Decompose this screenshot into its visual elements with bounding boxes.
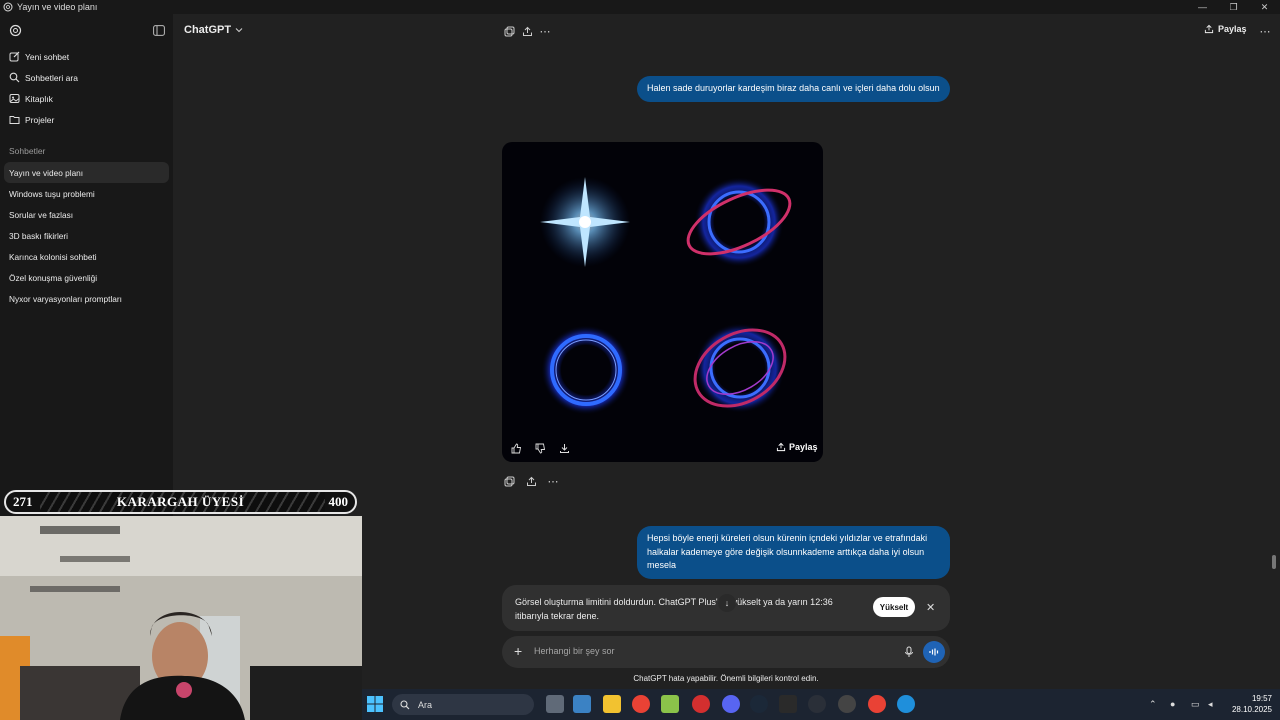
upload-share-icon[interactable]: [524, 474, 538, 488]
store-icon[interactable]: [573, 695, 591, 713]
user-message: Hepsi böyle enerji küreleri olsun küreni…: [637, 526, 950, 579]
limit-notice-text: Görsel oluşturma limitini doldurdun. Cha…: [515, 597, 833, 621]
library-icon: [9, 94, 20, 103]
prompt-input[interactable]: Herhangi bir şey sor: [534, 646, 615, 656]
sidebar-item-label: Kitaplık: [25, 93, 53, 104]
overlay-label: KARARGAH ÜYESİ: [116, 494, 245, 509]
taskbar-search[interactable]: Ara: [392, 694, 534, 715]
more-options-icon[interactable]: ⋯: [546, 474, 560, 488]
microphone-icon[interactable]: ●: [1170, 699, 1175, 709]
app-red-icon[interactable]: [692, 695, 710, 713]
upgrade-button[interactable]: Yükselt: [873, 597, 915, 617]
clock-date: 28.10.2025: [1231, 705, 1272, 714]
message-actions: ⋯: [502, 474, 560, 488]
share-icon: [1204, 24, 1214, 34]
window-controls: — ❐ ✕: [1187, 0, 1280, 14]
share-icon: [776, 442, 786, 452]
member-goal-overlay: 271 KARARGAH ÜYESİ 400: [4, 490, 357, 514]
thumbs-down-icon[interactable]: [532, 441, 548, 455]
taskbar: Ara ⌃ ● ▭ ◂ 19:57 28.10.2025: [362, 689, 1280, 720]
share-label: Paylaş: [1218, 24, 1247, 34]
chat-item[interactable]: Özel konuşma güvenliği: [4, 267, 169, 288]
search-icon: [9, 72, 20, 83]
chat-list: Yayın ve video planı Windows tuşu proble…: [0, 162, 173, 309]
network-icon[interactable]: ▭: [1191, 699, 1200, 710]
minimize-icon[interactable]: —: [1187, 0, 1218, 14]
disclaimer: ChatGPT hata yapabilir. Önemli bilgileri…: [633, 674, 819, 683]
app-icon[interactable]: [661, 695, 679, 713]
sidebar-item-label: Projeler: [25, 114, 55, 125]
new-chat-icon: [9, 51, 20, 62]
sidebar-item-label: Sohbetleri ara: [25, 72, 78, 83]
energy-orbs-image: [540, 177, 792, 415]
chat-item[interactable]: Karınca kolonisi sohbeti: [4, 246, 169, 267]
title-bar: Yayın ve video planı — ❐ ✕: [0, 0, 1280, 14]
chat-item[interactable]: Sorular ve fazlası: [4, 204, 169, 225]
epic-icon[interactable]: [779, 695, 797, 713]
upload-share-icon[interactable]: [520, 24, 534, 38]
chat-item[interactable]: Yayın ve video planı: [4, 162, 169, 183]
composer: + Herhangi bir şey sor: [502, 636, 950, 668]
explorer-icon[interactable]: [546, 695, 564, 713]
search-icon: [400, 699, 410, 709]
sidebar-item-label: Yeni sohbet: [25, 51, 70, 62]
app-window: Yayın ve video planı — ❐ ✕ Yeni sohbet S…: [0, 0, 1280, 720]
microphone-icon[interactable]: [904, 645, 914, 663]
volume-icon[interactable]: ◂: [1208, 699, 1213, 710]
plus-icon[interactable]: +: [514, 643, 522, 659]
sidebar-toggle-icon[interactable]: [153, 24, 165, 36]
sidebar-menu: Yeni sohbet Sohbetleri ara Kitaplık Proj…: [0, 46, 173, 130]
model-name: ChatGPT: [184, 24, 232, 36]
library-button[interactable]: Kitaplık: [4, 88, 169, 109]
chatgpt-logo-icon[interactable]: [9, 24, 22, 37]
chrome-icon[interactable]: [632, 695, 650, 713]
close-icon[interactable]: ✕: [926, 601, 935, 614]
chats-section-title: Sohbetler: [9, 146, 46, 156]
more-options-icon[interactable]: ⋯: [538, 24, 552, 38]
webcam-feed: [0, 516, 362, 720]
chatgpt-icon[interactable]: [808, 695, 826, 713]
chevron-up-icon[interactable]: ⌃: [1149, 699, 1157, 710]
new-chat-button[interactable]: Yeni sohbet: [4, 46, 169, 67]
share-button[interactable]: Paylaş: [1204, 24, 1247, 34]
model-selector[interactable]: ChatGPT: [184, 24, 243, 36]
close-window-icon[interactable]: ✕: [1249, 0, 1280, 14]
thumbs-up-icon[interactable]: [508, 441, 524, 455]
maximize-icon[interactable]: ❐: [1218, 0, 1249, 14]
chevron-down-icon: [235, 28, 243, 33]
generated-image[interactable]: [502, 142, 823, 462]
scrollbar[interactable]: [1272, 555, 1276, 569]
chatgpt-logo-icon: [3, 2, 13, 12]
files-icon[interactable]: [603, 695, 621, 713]
edge-icon[interactable]: [897, 695, 915, 713]
clock-time: 19:57: [1251, 694, 1272, 703]
voice-mode-button[interactable]: [923, 641, 945, 663]
download-icon[interactable]: [556, 441, 572, 455]
projects-button[interactable]: Projeler: [4, 109, 169, 130]
chrome-icon[interactable]: [868, 695, 886, 713]
chat-item[interactable]: Nyxor varyasyonları promptları: [4, 288, 169, 309]
sidebar-header: [0, 14, 173, 46]
user-message: Halen sade duruyorlar kardeşim biraz dah…: [637, 76, 950, 102]
share-label: Paylaş: [789, 442, 818, 452]
steam-icon[interactable]: [750, 695, 768, 713]
more-options-icon[interactable]: ⋯: [1258, 24, 1272, 38]
window-title: Yayın ve video planı: [17, 2, 98, 12]
taskbar-search-label: Ara: [418, 699, 433, 710]
scroll-down-icon[interactable]: ↓: [718, 594, 736, 612]
voice-wave-icon: [929, 648, 939, 656]
discord-icon[interactable]: [722, 695, 740, 713]
chat-item[interactable]: 3D baskı fikirleri: [4, 225, 169, 246]
copy-icon[interactable]: [502, 24, 516, 38]
projects-icon: [9, 116, 20, 124]
image-share-button[interactable]: Paylaş: [776, 442, 818, 452]
copy-icon[interactable]: [502, 474, 516, 488]
search-chats-button[interactable]: Sohbetleri ara: [4, 67, 169, 88]
image-actions: [508, 441, 572, 455]
obs-icon[interactable]: [838, 695, 856, 713]
overlay-right-number: 400: [328, 494, 349, 509]
windows-start-icon[interactable]: [366, 695, 384, 713]
clock[interactable]: 19:57 28.10.2025: [1228, 693, 1272, 715]
chat-item[interactable]: Windows tuşu problemi: [4, 183, 169, 204]
